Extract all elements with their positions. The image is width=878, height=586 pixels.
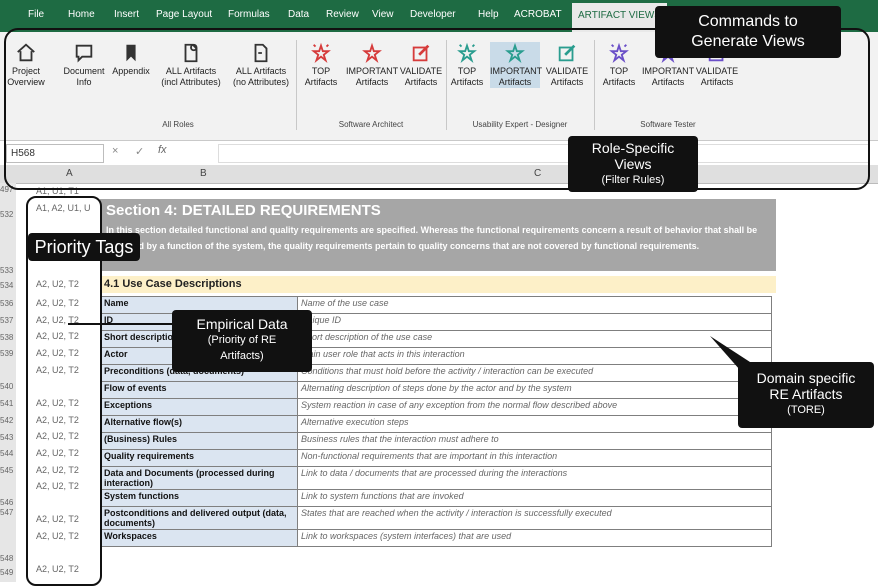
row-number[interactable]: 539 <box>0 349 18 358</box>
table-row: Alternative flow(s) Alternative execution… <box>100 415 772 433</box>
tab-file[interactable]: File <box>28 9 44 20</box>
section-description: In this section detailed functional and … <box>106 225 758 251</box>
table-row: Postconditions and delivered output (dat… <box>100 506 772 530</box>
empirical-callout-line2: (Priority of RE <box>207 334 277 346</box>
commands-callout-text: Commands to Generate Views <box>691 13 805 50</box>
role-views-callout-line3: (Filter Rules) <box>601 174 665 186</box>
table-row: Data and Documents (processed during int… <box>100 466 772 490</box>
use-case-heading-text: 4.1 Use Case Descriptions <box>104 278 242 290</box>
role-views-callout-line2: Views <box>614 156 652 172</box>
row-number[interactable]: 538 <box>0 333 18 342</box>
field-value-cell[interactable]: States that are reached when the activit… <box>297 506 772 530</box>
tab-developer[interactable]: Developer <box>410 9 456 20</box>
empirical-callout-line1: Empirical Data <box>196 316 288 332</box>
field-value-cell[interactable]: Alternative execution steps <box>297 415 772 433</box>
empirical-callout-line3: Artifacts) <box>220 350 264 362</box>
field-value-cell[interactable]: Non-functional requirements that are imp… <box>297 449 772 467</box>
tab-review[interactable]: Review <box>326 9 359 20</box>
tab-insert[interactable]: Insert <box>114 9 139 20</box>
tab-formulas[interactable]: Formulas <box>228 9 270 20</box>
role-views-callout: Role-Specific Views (Filter Rules) <box>568 136 698 192</box>
domain-callout-line2: RE Artifacts <box>769 386 843 402</box>
field-name-cell[interactable]: Exceptions <box>100 398 298 416</box>
field-name-cell[interactable]: System functions <box>100 489 298 507</box>
field-name-cell[interactable]: Alternative flow(s) <box>100 415 298 433</box>
field-name-cell[interactable]: Postconditions and delivered output (dat… <box>100 506 298 530</box>
domain-artifacts-callout: Domain specific RE Artifacts (TORE) <box>738 362 874 428</box>
row-number[interactable]: 537 <box>0 316 18 325</box>
row-number[interactable]: 546 <box>0 498 18 507</box>
row-number[interactable]: 549 <box>0 568 18 577</box>
table-row: Flow of events Alternating description of… <box>100 381 772 399</box>
field-value-cell[interactable]: Business rules that the interaction must… <box>297 432 772 450</box>
table-row: System functions Link to system functions… <box>100 489 772 507</box>
tab-acrobat[interactable]: ACROBAT <box>514 9 562 20</box>
domain-callout-pointer <box>710 336 750 370</box>
section-title: Section 4: DETAILED REQUIREMENTS <box>106 202 381 219</box>
row-number[interactable]: 533 <box>0 266 18 275</box>
field-name-cell[interactable]: (Business) Rules <box>100 432 298 450</box>
row-number[interactable]: 543 <box>0 433 18 442</box>
field-value-cell[interactable]: Alternating description of steps done by… <box>297 381 772 399</box>
tab-home[interactable]: Home <box>68 9 95 20</box>
table-row: (Business) Rules Business rules that the … <box>100 432 772 450</box>
row-number[interactable]: 534 <box>0 281 18 290</box>
empirical-data-pointer <box>68 323 172 325</box>
table-row: Quality requirements Non-functional requi… <box>100 449 772 467</box>
row-number[interactable]: 532 <box>0 210 18 219</box>
field-name-cell[interactable]: Quality requirements <box>100 449 298 467</box>
tab-help[interactable]: Help <box>478 9 499 20</box>
commands-callout: Commands to Generate Views <box>655 6 841 58</box>
row-number[interactable]: 541 <box>0 399 18 408</box>
field-value-cell[interactable]: Link to system functions that are invoke… <box>297 489 772 507</box>
tab-page-layout[interactable]: Page Layout <box>156 9 212 20</box>
row-number[interactable]: 548 <box>0 554 18 563</box>
row-number[interactable]: 545 <box>0 466 18 475</box>
row-number[interactable]: 542 <box>0 416 18 425</box>
row-number[interactable]: 547 <box>0 508 18 517</box>
row-number[interactable]: 544 <box>0 449 18 458</box>
role-views-callout-line1: Role-Specific <box>591 140 675 156</box>
tab-view[interactable]: View <box>372 9 394 20</box>
field-value-cell[interactable]: System reaction in case of any exception… <box>297 398 772 416</box>
row-number[interactable]: 536 <box>0 299 18 308</box>
row-number[interactable]: 540 <box>0 382 18 391</box>
tab-data[interactable]: Data <box>288 9 309 20</box>
table-row: Exceptions System reaction in case of any… <box>100 398 772 416</box>
table-row: Workspaces Link to workspaces (system int… <box>100 529 772 547</box>
field-name-cell[interactable]: Workspaces <box>100 529 298 547</box>
field-value-cell[interactable]: Link to workspaces (system interfaces) t… <box>297 529 772 547</box>
field-name-cell[interactable]: Flow of events <box>100 381 298 399</box>
field-name-cell[interactable]: Data and Documents (processed during int… <box>100 466 298 490</box>
empirical-data-callout: Empirical Data (Priority of RE Artifacts… <box>172 310 312 372</box>
use-case-heading[interactable]: 4.1 Use Case Descriptions <box>100 276 776 293</box>
domain-callout-line1: Domain specific <box>756 370 856 386</box>
field-value-cell[interactable]: Link to data / documents that are proces… <box>297 466 772 490</box>
field-value-cell[interactable]: Unique ID <box>297 313 772 331</box>
priority-tags-callout: Priority Tags <box>28 233 140 261</box>
domain-callout-line3: (TORE) <box>787 404 825 416</box>
field-value-cell[interactable]: Name of the use case <box>297 296 772 314</box>
